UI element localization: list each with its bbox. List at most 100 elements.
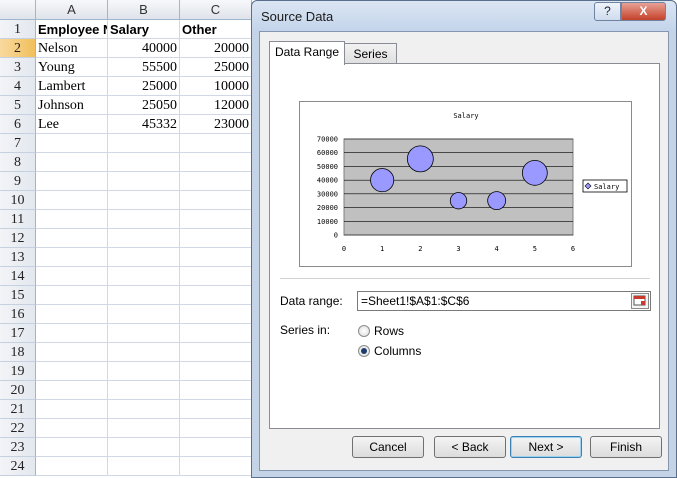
- sheet-cell[interactable]: [36, 457, 108, 476]
- select-all-corner[interactable]: [0, 0, 36, 20]
- sheet-cell[interactable]: [36, 267, 108, 286]
- help-button[interactable]: ?: [594, 2, 621, 21]
- rows-radio-label[interactable]: Rows: [374, 324, 404, 338]
- sheet-cell[interactable]: [180, 324, 252, 343]
- sheet-cell[interactable]: [108, 400, 180, 419]
- row-header[interactable]: 18: [0, 343, 36, 362]
- sheet-cell[interactable]: [180, 419, 252, 438]
- sheet-cell[interactable]: [108, 191, 180, 210]
- row-header[interactable]: 15: [0, 286, 36, 305]
- row-header[interactable]: 23: [0, 438, 36, 457]
- sheet-cell[interactable]: [108, 134, 180, 153]
- sheet-cell[interactable]: [180, 134, 252, 153]
- sheet-cell[interactable]: [36, 172, 108, 191]
- sheet-cell[interactable]: [36, 153, 108, 172]
- row-header[interactable]: 16: [0, 305, 36, 324]
- sheet-cell[interactable]: 25050: [108, 96, 180, 115]
- sheet-cell[interactable]: 45332: [108, 115, 180, 134]
- sheet-cell[interactable]: 23000: [180, 115, 252, 134]
- collapse-dialog-button[interactable]: [631, 293, 649, 309]
- sheet-cell[interactable]: [108, 305, 180, 324]
- sheet-cell[interactable]: [108, 172, 180, 191]
- sheet-cell[interactable]: 10000: [180, 77, 252, 96]
- row-header[interactable]: 1: [0, 20, 36, 39]
- sheet-cell[interactable]: [108, 210, 180, 229]
- row-header[interactable]: 11: [0, 210, 36, 229]
- sheet-cell[interactable]: [36, 343, 108, 362]
- sheet-cell[interactable]: [36, 400, 108, 419]
- sheet-cell[interactable]: Other: [180, 20, 252, 39]
- column-header-a[interactable]: A: [36, 0, 108, 20]
- sheet-cell[interactable]: [108, 457, 180, 476]
- sheet-cell[interactable]: [36, 438, 108, 457]
- sheet-cell[interactable]: [180, 457, 252, 476]
- sheet-cell[interactable]: [108, 324, 180, 343]
- dialog-titlebar[interactable]: Source Data ? X: [252, 1, 676, 31]
- sheet-cell[interactable]: [108, 267, 180, 286]
- row-header[interactable]: 3: [0, 58, 36, 77]
- tab-data-range[interactable]: Data Range: [269, 41, 345, 65]
- row-header[interactable]: 10: [0, 191, 36, 210]
- sheet-cell[interactable]: [36, 134, 108, 153]
- sheet-cell[interactable]: [180, 438, 252, 457]
- row-header[interactable]: 24: [0, 457, 36, 476]
- close-button[interactable]: X: [621, 2, 666, 21]
- columns-radio-label[interactable]: Columns: [374, 344, 421, 358]
- sheet-cell[interactable]: 55500: [108, 58, 180, 77]
- sheet-cell[interactable]: [36, 419, 108, 438]
- sheet-cell[interactable]: [180, 210, 252, 229]
- columns-radio[interactable]: [358, 345, 370, 357]
- sheet-cell[interactable]: [108, 286, 180, 305]
- sheet-cell[interactable]: [180, 229, 252, 248]
- back-button[interactable]: < Back: [434, 436, 506, 458]
- sheet-cell[interactable]: [36, 229, 108, 248]
- sheet-cell[interactable]: 12000: [180, 96, 252, 115]
- row-header[interactable]: 4: [0, 77, 36, 96]
- sheet-cell[interactable]: [180, 153, 252, 172]
- sheet-cell[interactable]: Employee N: [36, 20, 108, 39]
- sheet-cell[interactable]: [108, 248, 180, 267]
- rows-radio[interactable]: [358, 325, 370, 337]
- sheet-cell[interactable]: [180, 362, 252, 381]
- row-header[interactable]: 19: [0, 362, 36, 381]
- row-header[interactable]: 7: [0, 134, 36, 153]
- finish-button[interactable]: Finish: [590, 436, 662, 458]
- sheet-cell[interactable]: [108, 438, 180, 457]
- row-header[interactable]: 2: [0, 39, 36, 58]
- sheet-cell[interactable]: Young: [36, 58, 108, 77]
- sheet-cell[interactable]: [108, 381, 180, 400]
- sheet-cell[interactable]: [180, 191, 252, 210]
- sheet-cell[interactable]: [36, 324, 108, 343]
- sheet-cell[interactable]: Lee: [36, 115, 108, 134]
- sheet-cell[interactable]: [180, 248, 252, 267]
- sheet-cell[interactable]: 40000: [108, 39, 180, 58]
- sheet-cell[interactable]: 25000: [108, 77, 180, 96]
- sheet-cell[interactable]: [108, 343, 180, 362]
- row-header[interactable]: 12: [0, 229, 36, 248]
- sheet-cell[interactable]: [36, 191, 108, 210]
- sheet-cell[interactable]: Lambert: [36, 77, 108, 96]
- row-header[interactable]: 9: [0, 172, 36, 191]
- row-header[interactable]: 21: [0, 400, 36, 419]
- row-header[interactable]: 20: [0, 381, 36, 400]
- row-header[interactable]: 14: [0, 267, 36, 286]
- data-range-input[interactable]: =Sheet1!$A$1:$C$6: [357, 291, 651, 311]
- column-header-c[interactable]: C: [180, 0, 252, 20]
- cancel-button[interactable]: Cancel: [352, 436, 424, 458]
- sheet-cell[interactable]: [180, 172, 252, 191]
- sheet-cell[interactable]: [108, 419, 180, 438]
- sheet-cell[interactable]: 20000: [180, 39, 252, 58]
- sheet-cell[interactable]: [180, 267, 252, 286]
- row-header[interactable]: 17: [0, 324, 36, 343]
- sheet-cell[interactable]: [108, 362, 180, 381]
- row-header[interactable]: 8: [0, 153, 36, 172]
- sheet-cell[interactable]: 25000: [180, 58, 252, 77]
- sheet-cell[interactable]: [180, 400, 252, 419]
- sheet-cell[interactable]: [36, 381, 108, 400]
- sheet-cell[interactable]: Nelson: [36, 39, 108, 58]
- sheet-cell[interactable]: [180, 305, 252, 324]
- sheet-cell[interactable]: [36, 286, 108, 305]
- row-header[interactable]: 6: [0, 115, 36, 134]
- sheet-cell[interactable]: [180, 343, 252, 362]
- next-button[interactable]: Next >: [510, 436, 582, 458]
